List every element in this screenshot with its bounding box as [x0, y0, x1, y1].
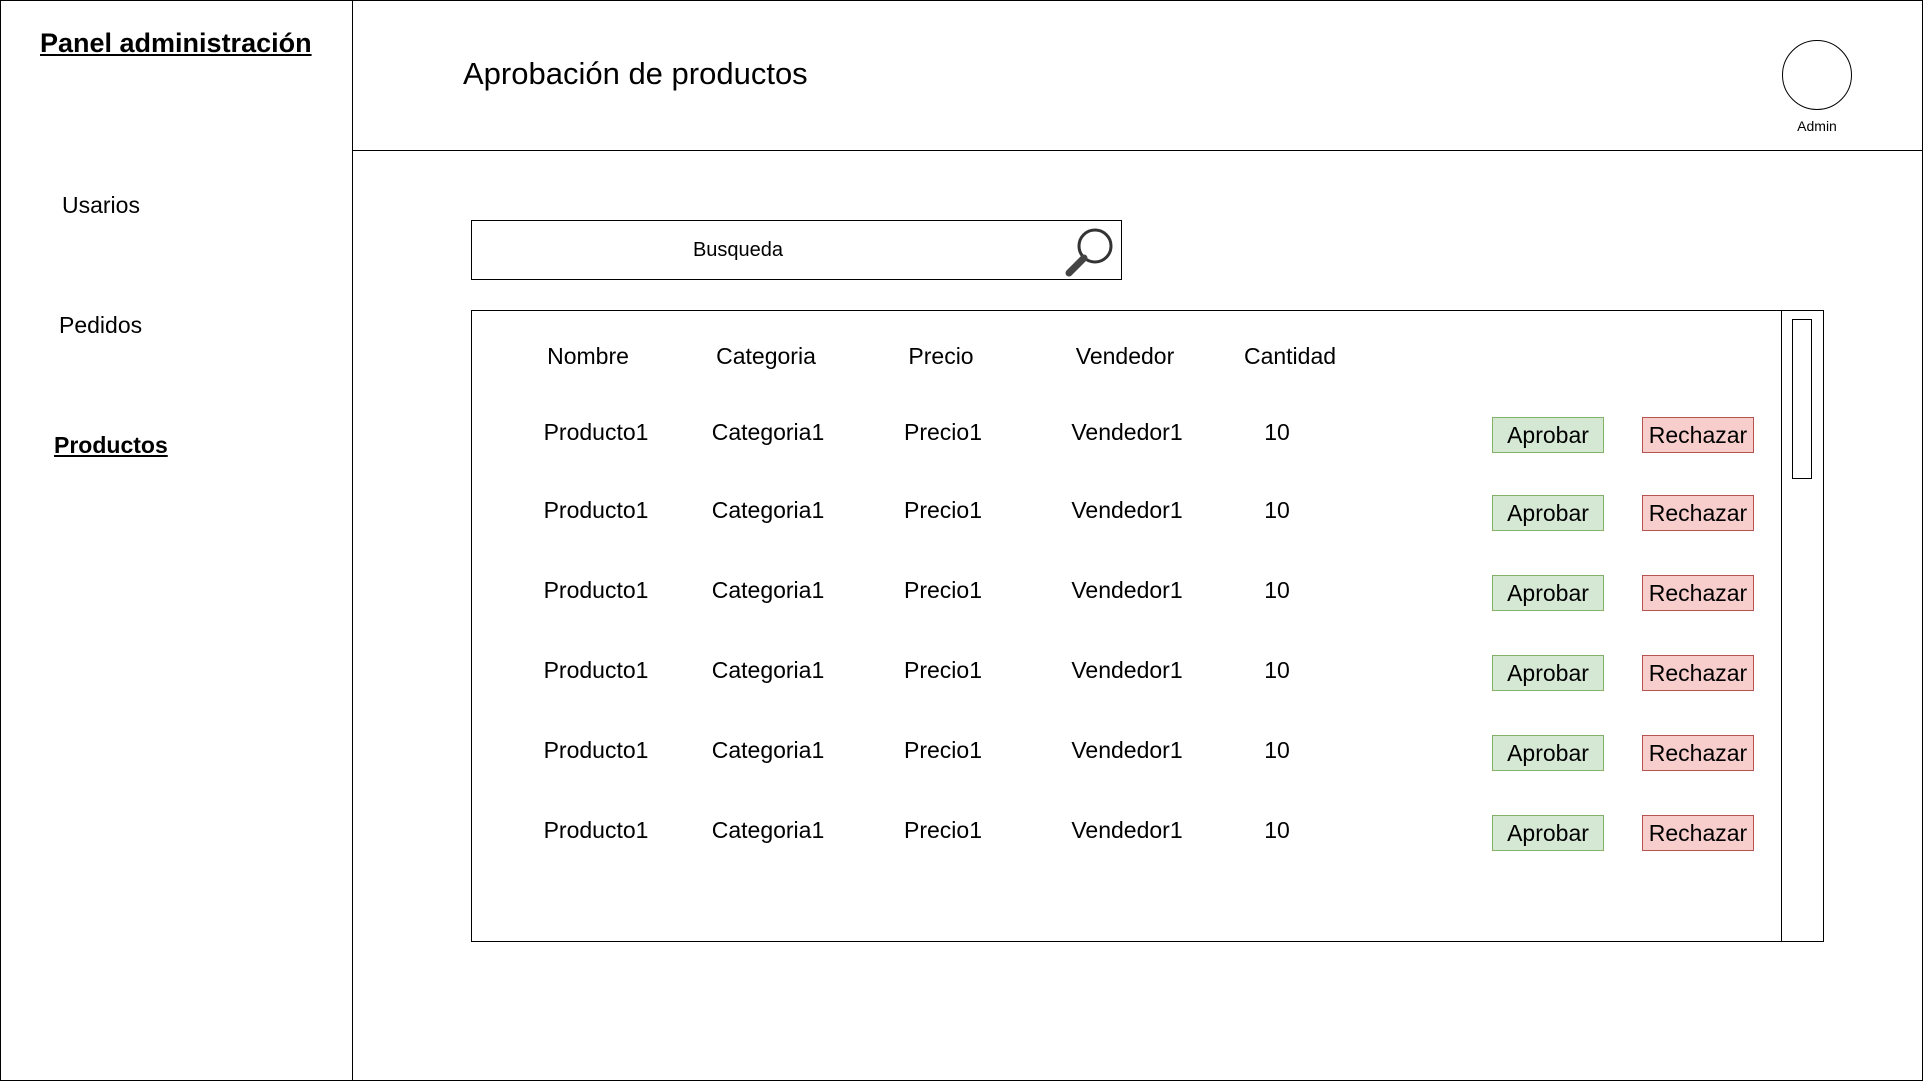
header-divider — [352, 150, 1923, 151]
cell-nombre: Producto1 — [543, 657, 649, 683]
cell-precio: Precio1 — [904, 817, 982, 843]
table-row: Producto1 Categoria1 Precio1 Vendedor1 1… — [472, 489, 1780, 533]
cell-vendedor: Vendedor1 — [1071, 419, 1183, 445]
reject-button[interactable]: Rechazar — [1642, 735, 1754, 771]
reject-button[interactable]: Rechazar — [1642, 815, 1754, 851]
reject-button[interactable]: Rechazar — [1642, 417, 1754, 453]
table-row: Producto1 Categoria1 Precio1 Vendedor1 1… — [472, 411, 1780, 455]
cell-cantidad: 10 — [1264, 817, 1290, 843]
cell-vendedor: Vendedor1 — [1071, 737, 1183, 763]
cell-categoria: Categoria1 — [711, 737, 825, 763]
approve-button[interactable]: Aprobar — [1492, 815, 1604, 851]
cell-precio: Precio1 — [904, 497, 982, 523]
sidebar-item-productos[interactable]: Productos — [54, 432, 168, 459]
avatar-label: Admin — [1797, 118, 1837, 134]
cell-cantidad: 10 — [1264, 577, 1290, 603]
sidebar-divider — [352, 0, 353, 1081]
approve-button[interactable]: Aprobar — [1492, 655, 1604, 691]
page-title: Aprobación de productos — [463, 56, 808, 91]
cell-vendedor: Vendedor1 — [1071, 657, 1183, 683]
table-row: Producto1 Categoria1 Precio1 Vendedor1 1… — [472, 569, 1780, 613]
avatar[interactable] — [1782, 40, 1852, 110]
cell-precio: Precio1 — [904, 657, 982, 683]
cell-nombre: Producto1 — [543, 737, 649, 763]
cell-vendedor: Vendedor1 — [1071, 577, 1183, 603]
column-header-nombre: Nombre — [547, 343, 629, 369]
cell-nombre: Producto1 — [543, 419, 649, 445]
approve-button[interactable]: Aprobar — [1492, 417, 1604, 453]
cell-precio: Precio1 — [904, 737, 982, 763]
sidebar-item-pedidos[interactable]: Pedidos — [59, 312, 142, 339]
table-row: Producto1 Categoria1 Precio1 Vendedor1 1… — [472, 729, 1780, 773]
cell-nombre: Producto1 — [543, 497, 649, 523]
cell-nombre: Producto1 — [543, 577, 649, 603]
cell-cantidad: 10 — [1264, 497, 1290, 523]
cell-cantidad: 10 — [1264, 657, 1290, 683]
cell-precio: Precio1 — [904, 577, 982, 603]
cell-cantidad: 10 — [1264, 419, 1290, 445]
cell-nombre: Producto1 — [543, 817, 649, 843]
cell-precio: Precio1 — [904, 419, 982, 445]
scrollbar-track — [1781, 311, 1782, 941]
approve-button[interactable]: Aprobar — [1492, 735, 1604, 771]
reject-button[interactable]: Rechazar — [1642, 575, 1754, 611]
column-header-categoria: Categoria — [716, 343, 816, 369]
table-row: Producto1 Categoria1 Precio1 Vendedor1 1… — [472, 809, 1780, 853]
sidebar-title: Panel administración — [40, 28, 312, 58]
search-icon[interactable] — [1062, 225, 1116, 279]
search-box[interactable] — [471, 220, 1122, 280]
search-input[interactable] — [473, 222, 1003, 278]
approve-button[interactable]: Aprobar — [1492, 575, 1604, 611]
scrollbar-thumb[interactable] — [1792, 319, 1812, 479]
cell-categoria: Categoria1 — [711, 577, 825, 603]
products-table: Nombre Categoria Precio Vendedor Cantida… — [471, 310, 1824, 942]
column-header-vendedor: Vendedor — [1075, 343, 1175, 369]
cell-categoria: Categoria1 — [711, 817, 825, 843]
cell-categoria: Categoria1 — [711, 497, 825, 523]
cell-categoria: Categoria1 — [711, 419, 825, 445]
cell-cantidad: 10 — [1264, 737, 1290, 763]
approve-button[interactable]: Aprobar — [1492, 495, 1604, 531]
cell-vendedor: Vendedor1 — [1071, 817, 1183, 843]
sidebar-item-usarios[interactable]: Usarios — [62, 192, 140, 219]
table-row: Producto1 Categoria1 Precio1 Vendedor1 1… — [472, 649, 1780, 693]
column-header-cantidad: Cantidad — [1243, 343, 1337, 369]
cell-vendedor: Vendedor1 — [1071, 497, 1183, 523]
column-header-precio: Precio — [908, 343, 974, 369]
reject-button[interactable]: Rechazar — [1642, 495, 1754, 531]
cell-categoria: Categoria1 — [711, 657, 825, 683]
reject-button[interactable]: Rechazar — [1642, 655, 1754, 691]
